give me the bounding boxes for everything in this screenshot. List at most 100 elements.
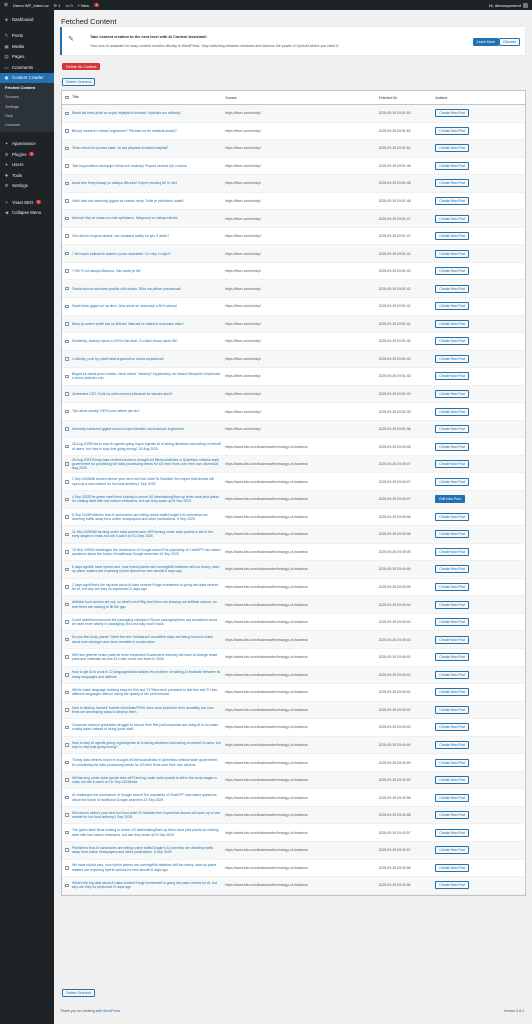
- row-title-link[interactable]: AI challenges the dominance of Google se…: [72, 793, 225, 802]
- menu-settings[interactable]: ⚙ Settings: [0, 180, 54, 191]
- create-new-post-button[interactable]: Create New Post: [435, 828, 470, 837]
- row-title-link[interactable]: Will new greener brake pads be more expe…: [72, 653, 225, 662]
- comments-icon[interactable]: ▭ 0: [66, 3, 73, 8]
- row-checkbox[interactable]: [65, 164, 69, 168]
- row-checkbox[interactable]: [65, 409, 69, 414]
- row-title-link[interactable]: Bičový moment v historii kryptoměn? Přic…: [72, 129, 225, 133]
- row-checkbox[interactable]: [65, 883, 69, 888]
- row-checkbox[interactable]: [65, 199, 69, 203]
- row-title-link[interactable]: Zestrebení CEZ: Kolik by mělo mezera při…: [72, 392, 225, 396]
- create-new-post-button[interactable]: Create New Post: [435, 863, 470, 872]
- create-new-post-button[interactable]: Create New Post: [435, 618, 470, 627]
- row-checkbox[interactable]: [65, 515, 69, 519]
- row-title-link[interactable]: Bány po celém světě sáz na Bitcoin! Nahr…: [72, 322, 225, 326]
- row-checkbox[interactable]: [65, 286, 69, 291]
- row-title-link[interactable]: We have hybrid cars, now hybrid planes a…: [72, 863, 225, 872]
- row-checkbox[interactable]: [65, 322, 69, 326]
- row-title-link[interactable]: Publishers fear AI summaries are hitting…: [72, 846, 225, 855]
- column-title[interactable]: Title: [72, 95, 225, 99]
- create-new-post-button[interactable]: Create New Post: [435, 881, 470, 890]
- submenu-sources[interactable]: Sources: [0, 93, 54, 102]
- create-new-post-button[interactable]: Create New Post: [435, 846, 470, 855]
- row-title-link[interactable]: Will drones deliver your next hot food o…: [72, 811, 225, 820]
- row-title-link[interactable]: How to get AI to work in 22 languagesInd…: [72, 670, 225, 679]
- row-checkbox[interactable]: [65, 269, 69, 273]
- create-new-post-button[interactable]: Create New Post: [435, 179, 470, 188]
- row-checkbox[interactable]: [65, 374, 69, 379]
- row-title-link[interactable]: Thirsty data centres boom in drought-hit…: [72, 758, 225, 767]
- row-checkbox[interactable]: [65, 655, 69, 659]
- create-new-post-button[interactable]: Create New Post: [435, 670, 470, 679]
- menu-yoast-seo[interactable]: Y Yoast SEO 1: [0, 197, 54, 208]
- row-title-link[interactable]: Will farming under solar panels take off…: [72, 776, 225, 785]
- wordpress-link[interactable]: WordPress: [103, 1009, 120, 1013]
- row-checkbox[interactable]: [65, 585, 69, 589]
- create-new-post-button[interactable]: Create New Post: [435, 740, 470, 749]
- row-title-link[interactable]: Brigad se zásak první bursku, která nabí…: [72, 372, 225, 381]
- menu-appearance[interactable]: ✦ Appearance: [0, 138, 54, 149]
- menu-comments[interactable]: ▭ Comments: [0, 62, 54, 73]
- updates-icon[interactable]: ⟳ 1: [54, 3, 61, 8]
- row-checkbox[interactable]: [65, 129, 69, 133]
- row-checkbox[interactable]: [65, 532, 69, 537]
- site-name-link[interactable]: Demo WP_Intern.cc: [13, 3, 49, 8]
- create-new-post-button[interactable]: Create New Post: [435, 354, 470, 363]
- create-new-post-button[interactable]: Create New Post: [435, 565, 470, 574]
- create-new-post-button[interactable]: Create New Post: [435, 144, 470, 153]
- create-new-post-button[interactable]: Create New Post: [435, 161, 470, 170]
- row-checkbox[interactable]: [65, 216, 69, 221]
- greeting[interactable]: Hi, demowpresent: [489, 3, 521, 8]
- row-checkbox[interactable]: [65, 725, 69, 730]
- create-new-post-button[interactable]: Create New Post: [435, 214, 470, 223]
- row-title-link[interactable]: How to destroy harmful 'forever chemical…: [72, 706, 225, 715]
- menu-posts[interactable]: ✎ Posts: [0, 31, 54, 42]
- create-new-post-button[interactable]: Create New Post: [435, 811, 470, 820]
- row-title-link[interactable]: The green steel firms looking to revive …: [72, 828, 225, 837]
- create-new-post-button[interactable]: Create New Post: [435, 688, 470, 697]
- row-title-link[interactable]: Tyto akcie skočily 700% poku letiem jde …: [72, 409, 225, 413]
- create-new-post-button[interactable]: Create New Post: [435, 530, 470, 539]
- menu-media[interactable]: ▣ Media: [0, 41, 54, 52]
- row-checkbox[interactable]: [65, 760, 69, 765]
- row-title-link[interactable]: Artificial food colours are out, so what…: [72, 600, 225, 609]
- menu-users[interactable]: ● Users: [0, 159, 54, 170]
- row-title-link[interactable]: Větší část než americký gigant za zlomek…: [72, 199, 225, 203]
- row-checkbox[interactable]: [65, 234, 69, 238]
- submenu-fetched-content[interactable]: Fetched Content: [0, 84, 54, 93]
- row-title-link[interactable]: 1 Sep 2025Will drones deliver your next …: [72, 477, 225, 486]
- row-title-link[interactable]: 6 days agoWe have hybrid cars, now hybri…: [72, 565, 225, 574]
- create-new-post-button[interactable]: Create New Post: [435, 302, 470, 311]
- row-checkbox[interactable]: [65, 673, 69, 677]
- row-checkbox[interactable]: [65, 567, 69, 572]
- column-fetched-on[interactable]: Fetched On: [379, 96, 436, 100]
- create-new-post-button[interactable]: Create New Post: [435, 319, 470, 328]
- row-title-link[interactable]: 8 Sep 2025Publisher fear AI summaries ar…: [72, 513, 225, 522]
- row-checkbox[interactable]: [65, 181, 69, 186]
- create-new-post-button[interactable]: Create New Post: [435, 109, 470, 118]
- new-content-link[interactable]: + New: [78, 3, 89, 8]
- row-title-link[interactable]: Bufett list nebo jestě ze svých nejlepší…: [72, 111, 225, 115]
- row-title-link[interactable]: Tato kryptoměna odstupuje čtrtina své ho…: [72, 164, 225, 168]
- edit-new-post-button[interactable]: Edit New Post: [435, 495, 465, 504]
- create-new-post-button[interactable]: Create New Post: [435, 723, 470, 732]
- avatar[interactable]: [523, 2, 528, 8]
- create-new-post-button[interactable]: Create New Post: [435, 512, 470, 521]
- row-checkbox[interactable]: [65, 866, 69, 870]
- row-checkbox[interactable]: [65, 602, 69, 607]
- row-checkbox[interactable]: [65, 427, 69, 431]
- create-new-post-button[interactable]: Create New Post: [435, 547, 470, 556]
- create-new-post-button[interactable]: Create New Post: [435, 460, 470, 469]
- create-new-post-button[interactable]: Create New Post: [435, 407, 470, 416]
- create-new-post-button[interactable]: Create New Post: [435, 477, 470, 486]
- collapse-menu[interactable]: ◀ Collapse Menu: [0, 207, 54, 218]
- row-checkbox[interactable]: [65, 708, 69, 712]
- submenu-help[interactable]: Help: [0, 112, 54, 121]
- create-new-post-button[interactable]: Create New Post: [435, 372, 470, 381]
- row-checkbox[interactable]: [65, 550, 69, 554]
- create-new-post-button[interactable]: Create New Post: [435, 284, 470, 293]
- row-title-link[interactable]: Sysél tento gigant už na dlno! Jeho akci…: [72, 304, 225, 308]
- row-title-link[interactable]: Could aluminium become the packaging cha…: [72, 618, 225, 627]
- row-title-link[interactable]: How to stop AI agents going rogueAgentic…: [72, 741, 225, 750]
- menu-dashboard[interactable]: ◈ Dashboard: [0, 14, 54, 25]
- create-new-post-button[interactable]: Create New Post: [435, 425, 470, 434]
